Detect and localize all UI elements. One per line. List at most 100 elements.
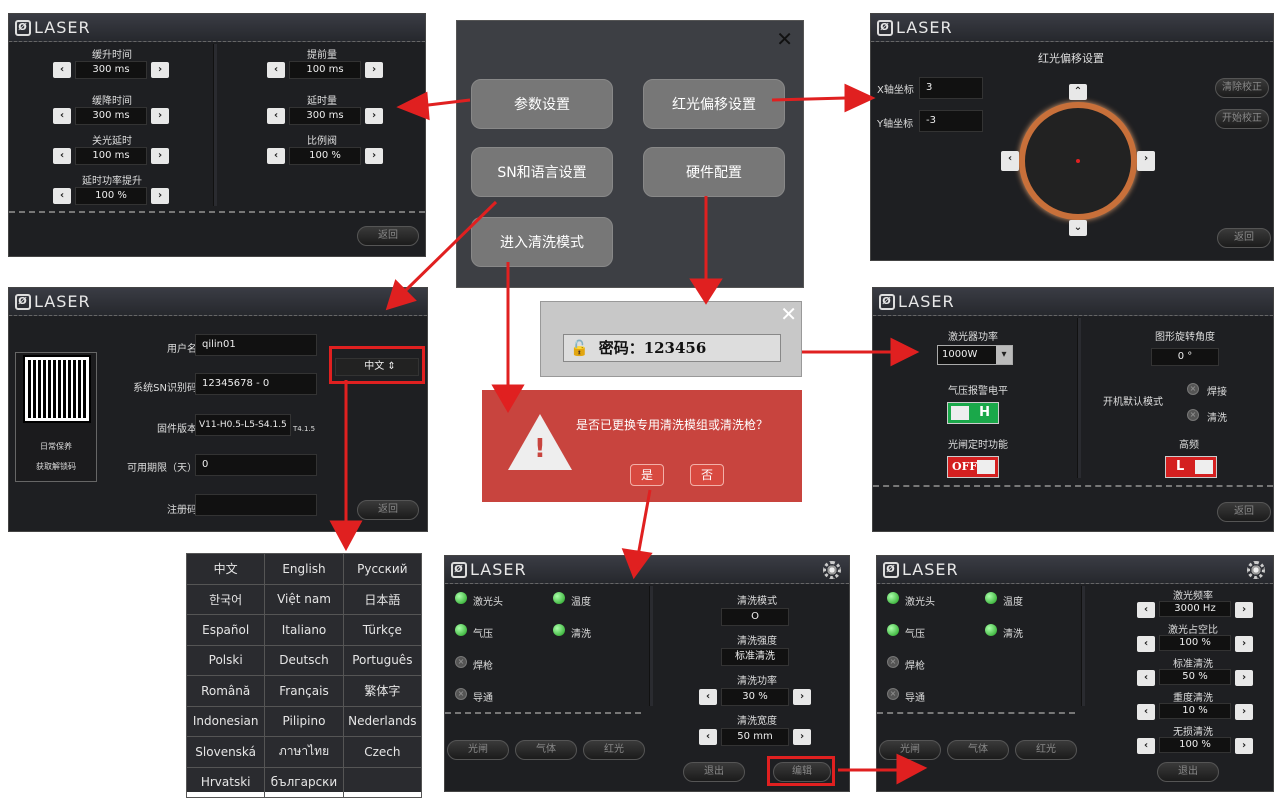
clean-width-inc-button[interactable]: › xyxy=(793,729,811,745)
clean-width-dec-button[interactable]: ‹ xyxy=(699,729,717,745)
gear-icon[interactable] xyxy=(1247,561,1265,579)
language-option[interactable]: 日本語 xyxy=(342,583,423,615)
language-option[interactable]: Türkçe xyxy=(342,614,423,646)
standard-clean-inc-button[interactable]: › xyxy=(1235,670,1253,686)
shutter-button[interactable]: 光闸 xyxy=(879,740,941,760)
laser-freq-value[interactable]: 3000 Hz xyxy=(1159,601,1231,617)
rotation-value[interactable]: 0 ° xyxy=(1151,348,1219,366)
params-settings-button[interactable]: 参数设置 xyxy=(471,79,613,129)
red-light-button[interactable]: 红光 xyxy=(1015,740,1077,760)
language-option[interactable]: Italiano xyxy=(264,614,344,646)
shutter-button[interactable]: 光闸 xyxy=(447,740,509,760)
advance-dec-button[interactable]: ‹ xyxy=(267,62,285,78)
no-button[interactable]: 否 xyxy=(690,464,724,486)
valve-dec-button[interactable]: ‹ xyxy=(267,148,285,164)
ramp-down-dec-button[interactable]: ‹ xyxy=(53,108,71,124)
language-option[interactable]: Việt nam xyxy=(264,583,344,615)
shutter-timer-toggle[interactable]: OFF xyxy=(947,456,999,478)
language-select[interactable]: 中文 ⇕ xyxy=(335,358,419,376)
laser-power-select[interactable]: 1000W ▾ xyxy=(937,345,1013,365)
close-icon[interactable]: ✕ xyxy=(780,302,797,326)
off-delay-inc-button[interactable]: › xyxy=(151,148,169,164)
valve-value[interactable]: 100 % xyxy=(289,147,361,165)
alarm-level-toggle[interactable]: H xyxy=(947,402,999,424)
back-button[interactable]: 返回 xyxy=(1217,228,1271,248)
standard-clean-dec-button[interactable]: ‹ xyxy=(1137,670,1155,686)
left-arrow-button[interactable]: ‹ xyxy=(1001,151,1019,171)
ramp-up-inc-button[interactable]: › xyxy=(151,62,169,78)
gas-button[interactable]: 气体 xyxy=(515,740,577,760)
advance-inc-button[interactable]: › xyxy=(365,62,383,78)
clean-strength-value[interactable]: 标准清洗 xyxy=(721,648,789,666)
language-option[interactable]: Română xyxy=(185,675,266,707)
back-button[interactable]: 返回 xyxy=(357,500,419,520)
off-delay-dec-button[interactable]: ‹ xyxy=(53,148,71,164)
period-field[interactable]: 0 xyxy=(195,454,317,476)
qr-code[interactable] xyxy=(23,355,91,423)
clean-mode-value[interactable]: O xyxy=(721,608,789,626)
power-boost-dec-button[interactable]: ‹ xyxy=(53,188,71,204)
delay-inc-button[interactable]: › xyxy=(365,108,383,124)
password-field[interactable]: 🔓 密码：123456 xyxy=(563,334,781,362)
back-button[interactable]: 返回 xyxy=(357,226,419,246)
clean-power-inc-button[interactable]: › xyxy=(793,689,811,705)
language-option[interactable]: Русский xyxy=(342,553,423,585)
duty-inc-button[interactable]: › xyxy=(1235,636,1253,652)
heavy-clean-dec-button[interactable]: ‹ xyxy=(1137,704,1155,720)
gas-button[interactable]: 气体 xyxy=(947,740,1009,760)
nondestructive-clean-inc-button[interactable]: › xyxy=(1235,738,1253,754)
back-button[interactable]: 返回 xyxy=(1217,502,1271,522)
duty-value[interactable]: 100 % xyxy=(1159,635,1231,651)
language-option[interactable]: Pilipino xyxy=(264,705,344,737)
high-freq-toggle[interactable]: L xyxy=(1165,456,1217,478)
username-field[interactable]: qilin01 xyxy=(195,334,317,356)
red-light-button[interactable]: 红光 xyxy=(583,740,645,760)
ramp-up-dec-button[interactable]: ‹ xyxy=(53,62,71,78)
advance-value[interactable]: 100 ms xyxy=(289,61,361,79)
language-option[interactable]: Español xyxy=(185,614,266,646)
language-option[interactable]: Polski xyxy=(185,644,266,676)
reg-code-field[interactable] xyxy=(195,494,317,516)
clean-radio[interactable]: × xyxy=(1187,409,1199,421)
clean-power-dec-button[interactable]: ‹ xyxy=(699,689,717,705)
power-boost-inc-button[interactable]: › xyxy=(151,188,169,204)
language-option[interactable]: Français xyxy=(264,675,344,707)
off-delay-value[interactable]: 100 ms xyxy=(75,147,147,165)
language-option[interactable]: English xyxy=(264,553,344,585)
maintenance-label[interactable]: 日常保养 xyxy=(16,441,96,452)
ramp-up-value[interactable]: 300 ms xyxy=(75,61,147,79)
start-calibration-button[interactable]: 开始校正 xyxy=(1215,109,1269,129)
delay-value[interactable]: 300 ms xyxy=(289,107,361,125)
sn-language-button[interactable]: SN和语言设置 xyxy=(471,147,613,197)
exit-button[interactable]: 退出 xyxy=(1157,762,1219,782)
clear-calibration-button[interactable]: 清除校正 xyxy=(1215,78,1269,98)
weld-radio[interactable]: × xyxy=(1187,383,1199,395)
x-coord-field[interactable]: 3 xyxy=(919,77,983,99)
heavy-clean-inc-button[interactable]: › xyxy=(1235,704,1253,720)
language-option[interactable]: Português xyxy=(342,644,423,676)
language-option[interactable]: 中文 xyxy=(185,553,266,585)
yes-button[interactable]: 是 xyxy=(630,464,664,486)
power-boost-value[interactable]: 100 % xyxy=(75,187,147,205)
ramp-down-inc-button[interactable]: › xyxy=(151,108,169,124)
down-arrow-button[interactable]: ⌄ xyxy=(1069,220,1087,236)
language-option[interactable]: български xyxy=(264,766,344,798)
laser-freq-dec-button[interactable]: ‹ xyxy=(1137,602,1155,618)
language-option[interactable]: Czech xyxy=(342,736,423,768)
standard-clean-value[interactable]: 50 % xyxy=(1159,669,1231,685)
language-option[interactable]: ภาษาไทย xyxy=(264,736,344,768)
right-arrow-button[interactable]: › xyxy=(1137,151,1155,171)
laser-freq-inc-button[interactable]: › xyxy=(1235,602,1253,618)
hardware-config-button[interactable]: 硬件配置 xyxy=(643,147,785,197)
heavy-clean-value[interactable]: 10 % xyxy=(1159,703,1231,719)
up-arrow-button[interactable]: ⌃ xyxy=(1069,84,1087,100)
language-option[interactable]: Slovenská xyxy=(185,736,266,768)
clean-width-value[interactable]: 50 mm xyxy=(721,728,789,746)
delay-dec-button[interactable]: ‹ xyxy=(267,108,285,124)
clean-power-value[interactable]: 30 % xyxy=(721,688,789,706)
gear-icon[interactable] xyxy=(823,561,841,579)
language-option[interactable]: 한국어 xyxy=(185,583,266,615)
red-offset-settings-button[interactable]: 红光偏移设置 xyxy=(643,79,785,129)
close-icon[interactable]: ✕ xyxy=(776,27,793,51)
exit-button[interactable]: 退出 xyxy=(683,762,745,782)
